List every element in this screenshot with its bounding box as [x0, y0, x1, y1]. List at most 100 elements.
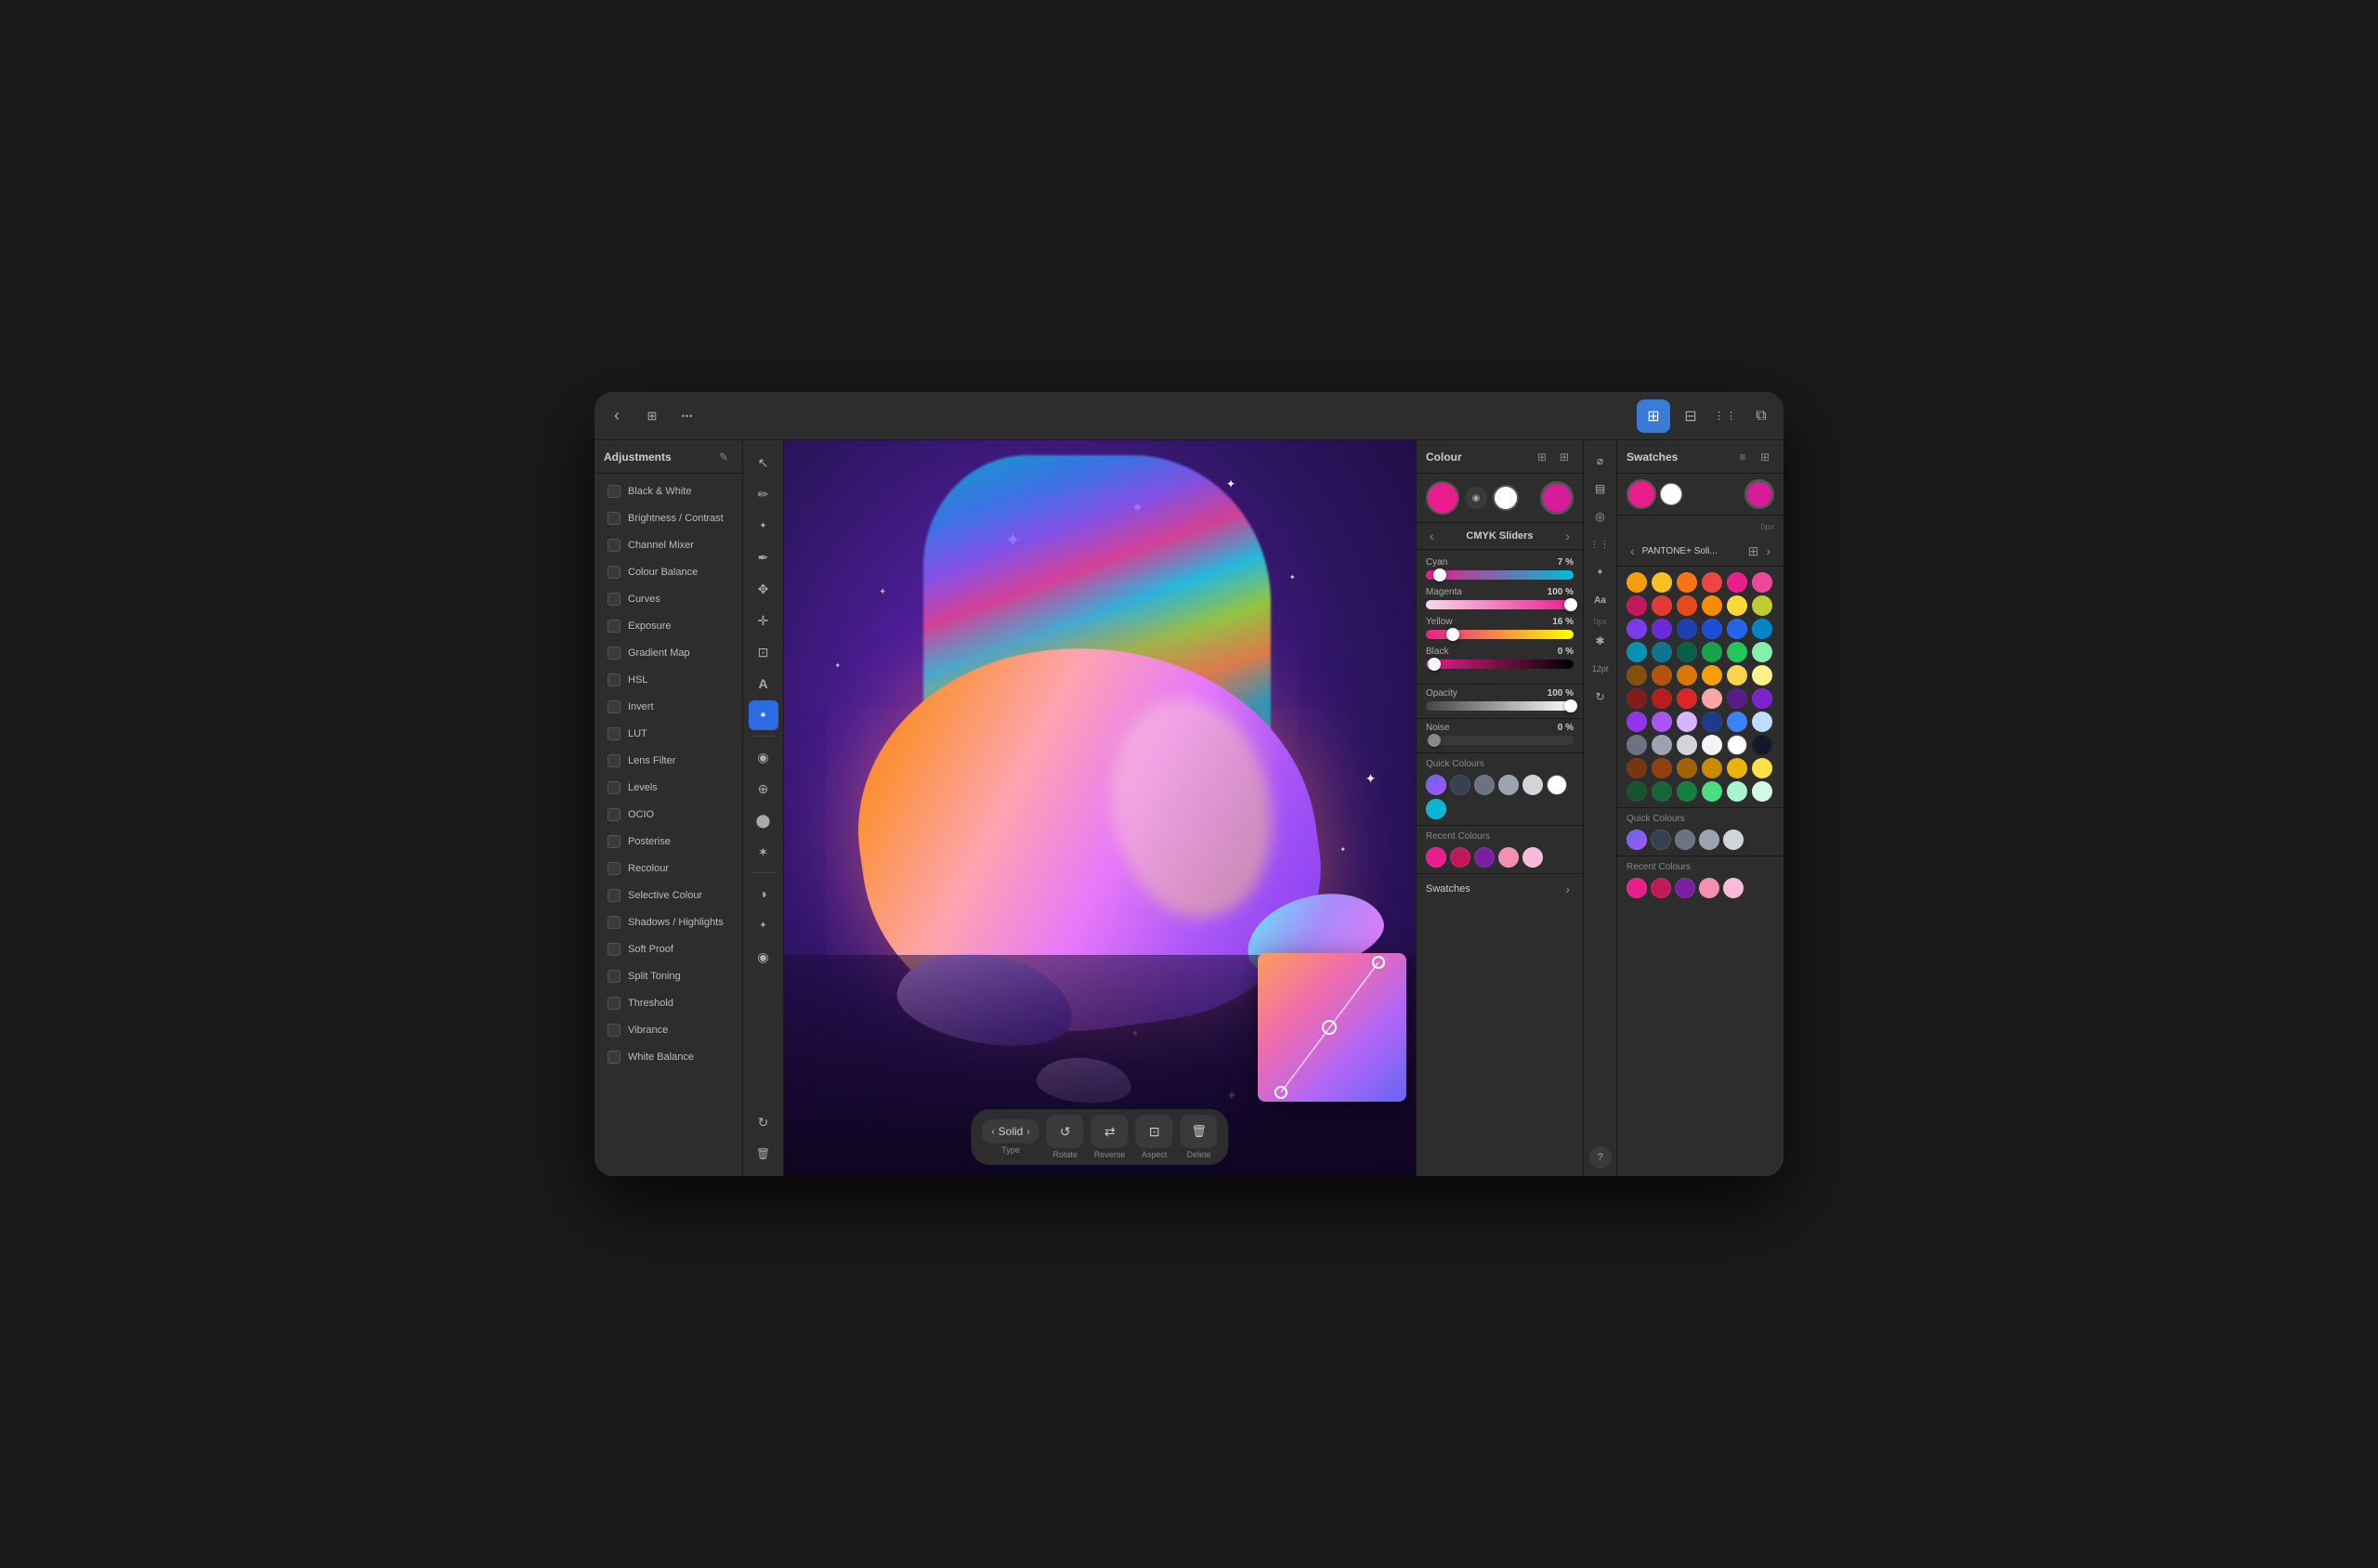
swatch-cell[interactable]: [1752, 665, 1772, 686]
swatches-expand-btn[interactable]: ›: [1561, 880, 1574, 898]
swatch-cell[interactable]: [1727, 665, 1747, 686]
adj-posterise[interactable]: Posterise: [598, 829, 738, 855]
adj-lut[interactable]: LUT: [598, 721, 738, 747]
swatch-cell[interactable]: [1752, 595, 1772, 616]
quick-colour-lighter[interactable]: [1522, 775, 1543, 795]
swatch-cell[interactable]: [1727, 572, 1747, 593]
swatch-cell[interactable]: [1677, 712, 1697, 732]
adj-checkbox[interactable]: [608, 539, 621, 552]
type-button[interactable]: ‹ Solid ›: [982, 1119, 1039, 1143]
adj-hsl[interactable]: HSL: [598, 667, 738, 693]
lasso-icon[interactable]: ⌀: [1588, 448, 1614, 474]
swatch-cell[interactable]: [1752, 619, 1772, 639]
sw-extra-swatch[interactable]: [1744, 479, 1774, 509]
adj-checkbox[interactable]: [608, 485, 621, 498]
effects-icon[interactable]: ✱: [1588, 628, 1614, 654]
swatch-cell[interactable]: [1652, 712, 1672, 732]
more-button[interactable]: •••: [673, 401, 702, 431]
adj-lens-filter[interactable]: Lens Filter: [598, 748, 738, 774]
sw-recent-colour[interactable]: [1675, 878, 1695, 898]
quick-colour-cyan[interactable]: [1426, 799, 1446, 819]
adj-checkbox[interactable]: [608, 943, 621, 956]
move-tool[interactable]: ✥: [749, 574, 778, 604]
star-tool[interactable]: ✦: [749, 511, 778, 541]
swatch-cell[interactable]: [1627, 758, 1647, 778]
swatch-cell[interactable]: [1702, 595, 1722, 616]
swatch-cell[interactable]: [1677, 735, 1697, 755]
zoom-tool[interactable]: ⊕: [749, 774, 778, 804]
adj-shadows-highlights[interactable]: Shadows / Highlights: [598, 909, 738, 935]
adj-recolour[interactable]: Recolour: [598, 856, 738, 882]
adj-checkbox[interactable]: [608, 889, 621, 902]
quick-colour-white[interactable]: [1547, 775, 1567, 795]
sw-recent-colour[interactable]: [1627, 878, 1647, 898]
swatch-cell[interactable]: [1752, 712, 1772, 732]
pantone-next-btn[interactable]: ›: [1762, 542, 1774, 560]
swatch-cell[interactable]: [1677, 619, 1697, 639]
colour-more-icon[interactable]: ⊞: [1555, 448, 1574, 466]
swatch-cell[interactable]: [1702, 619, 1722, 639]
swatch-cell[interactable]: [1702, 642, 1722, 662]
adj-levels[interactable]: Levels: [598, 775, 738, 801]
adj-checkbox[interactable]: [608, 862, 621, 875]
adj-vibrance[interactable]: Vibrance: [598, 1017, 738, 1043]
rotate-icon[interactable]: ↻: [1588, 684, 1614, 710]
swatch-cell[interactable]: [1627, 642, 1647, 662]
adj-checkbox[interactable]: [608, 620, 621, 633]
swatch-cell[interactable]: [1627, 735, 1647, 755]
transform-button[interactable]: ⧉: [1746, 401, 1776, 431]
adj-checkbox[interactable]: [608, 835, 621, 848]
adj-checkbox[interactable]: [608, 566, 621, 579]
swatch-cell[interactable]: [1702, 665, 1722, 686]
rotate-tool[interactable]: ↻: [749, 1107, 778, 1137]
swatch-cell[interactable]: [1727, 619, 1747, 639]
adj-checkbox[interactable]: [608, 916, 621, 929]
adj-checkbox[interactable]: [608, 1051, 621, 1064]
swatch-cell[interactable]: [1677, 665, 1697, 686]
adj-ocio[interactable]: OCIO: [598, 802, 738, 828]
adj-checkbox[interactable]: [608, 512, 621, 525]
swatch-cell[interactable]: [1727, 758, 1747, 778]
swatch-cell[interactable]: [1627, 595, 1647, 616]
quick-colour-dark[interactable]: [1450, 775, 1470, 795]
swatch-cell[interactable]: [1677, 572, 1697, 593]
star2-tool[interactable]: ✦: [749, 910, 778, 940]
swatch-cell[interactable]: [1677, 688, 1697, 709]
swatch-cell[interactable]: [1727, 642, 1747, 662]
adj-exposure[interactable]: Exposure: [598, 613, 738, 639]
adj-brightness-contrast[interactable]: Brightness / Contrast: [598, 505, 738, 531]
swatch-cell[interactable]: [1627, 665, 1647, 686]
eye-tool[interactable]: ◉: [749, 942, 778, 972]
text-icon[interactable]: Aa: [1588, 587, 1614, 613]
swatch-cell[interactable]: [1677, 781, 1697, 802]
aspect-button[interactable]: ⊡: [1136, 1115, 1173, 1148]
swatch-cell[interactable]: [1752, 688, 1772, 709]
magenta-track[interactable]: [1426, 600, 1574, 609]
sw-recent-colour[interactable]: [1651, 878, 1671, 898]
adj-checkbox[interactable]: [608, 970, 621, 983]
dodge-tool[interactable]: ◑: [749, 879, 778, 908]
swatch-cell[interactable]: [1752, 642, 1772, 662]
recent-colour-3[interactable]: [1474, 847, 1495, 868]
cyan-thumb[interactable]: [1433, 568, 1446, 581]
sw-fg-swatch[interactable]: [1627, 479, 1656, 509]
eyedrop-tool[interactable]: ◉: [749, 742, 778, 772]
help-icon[interactable]: ?: [1589, 1146, 1612, 1169]
swatches-link-label[interactable]: Swatches: [1426, 883, 1470, 895]
blend-icon[interactable]: ◎: [1588, 503, 1614, 529]
pantone-prev-btn[interactable]: ‹: [1627, 542, 1639, 560]
foreground-swatch[interactable]: [1426, 481, 1459, 515]
adj-checkbox[interactable]: [608, 593, 621, 606]
slider-prev-btn[interactable]: ‹: [1426, 527, 1438, 545]
canvas-area[interactable]: ✦ ✦ ✦ ✦ ✦ ✦ ✦ ✦ ✦ ✦ ✦ ✦ ✦: [784, 440, 1416, 1176]
back-button[interactable]: ‹: [602, 401, 632, 431]
swatch-cell[interactable]: [1652, 572, 1672, 593]
sw-recent-colour[interactable]: [1723, 878, 1744, 898]
black-thumb[interactable]: [1428, 658, 1441, 671]
swatch-cell[interactable]: [1627, 781, 1647, 802]
swatch-cell[interactable]: [1702, 688, 1722, 709]
adj-checkbox[interactable]: [608, 754, 621, 767]
swatch-cell[interactable]: [1702, 712, 1722, 732]
adj-white-balance[interactable]: White Balance: [598, 1044, 738, 1070]
swatch-cell[interactable]: [1702, 735, 1722, 755]
